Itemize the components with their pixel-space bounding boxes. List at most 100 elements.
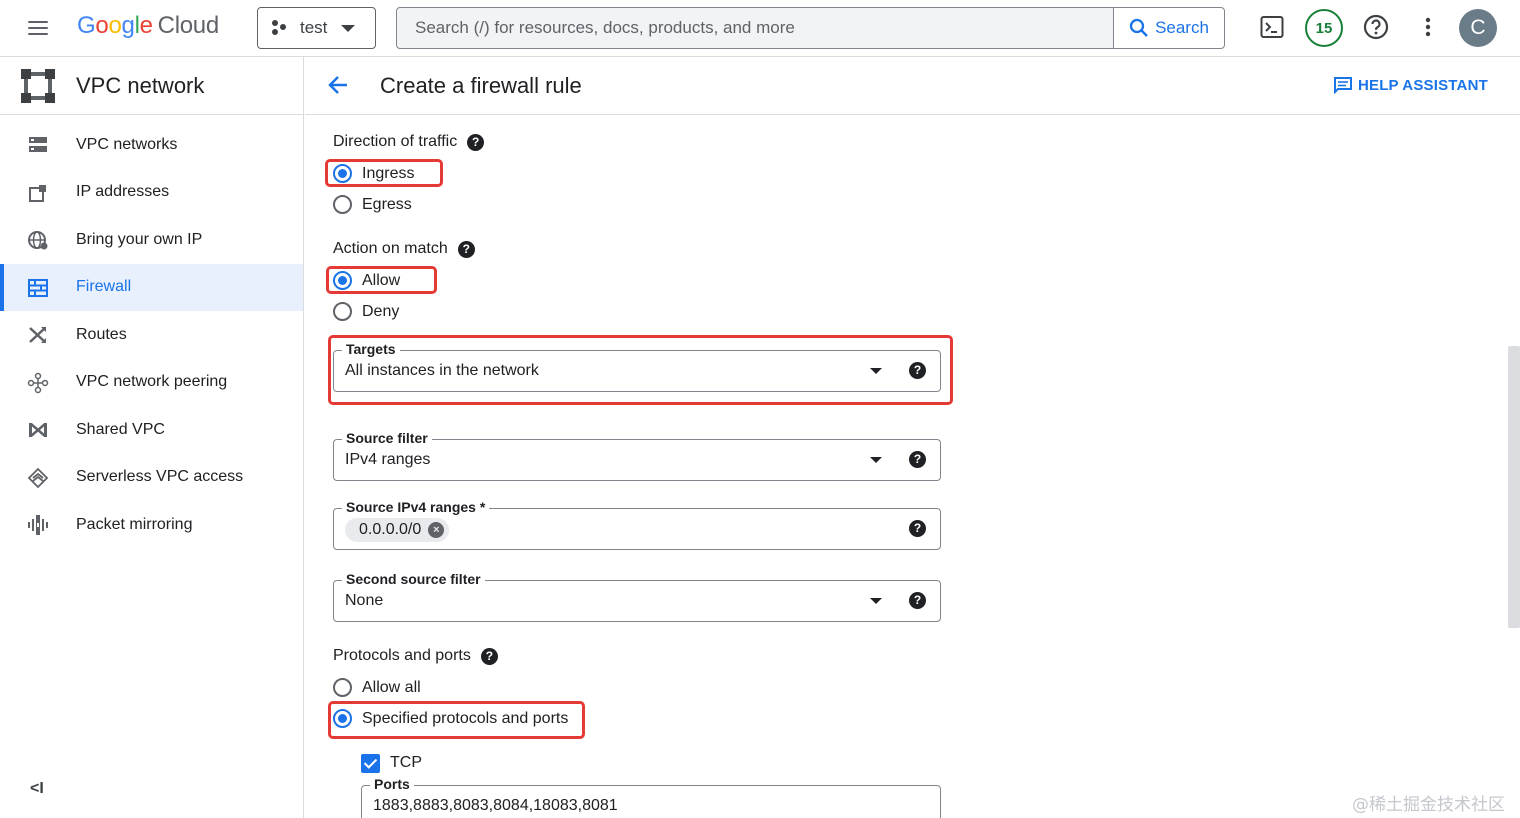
search-input[interactable] [397,8,1113,48]
remove-chip-icon[interactable]: × [428,522,445,538]
radio-ingress[interactable]: Ingress [333,164,414,183]
avatar[interactable]: C [1459,9,1497,47]
scrollbar[interactable] [1508,346,1520,628]
search-button[interactable]: Search [1113,8,1224,48]
field-value: 1883,8883,8083,8084,18083,8081 [373,797,618,814]
packet-mirroring-icon [28,515,48,535]
dropdown-arrow-icon[interactable] [870,598,882,604]
sidebar-item-bring-your-own-ip[interactable]: Bring your own IP [0,216,303,264]
radio-specified-protocols[interactable]: Specified protocols and ports [333,709,568,728]
field-value: None [345,592,384,609]
radio-button-unchecked[interactable] [333,302,352,321]
radio-button-unchecked[interactable] [333,678,352,697]
sidebar: VPC network VPC networks IP addresses Br… [0,57,304,818]
source-filter-select[interactable]: Source filter IPv4 ranges ? [333,430,941,481]
collapse-sidebar-icon[interactable]: <I [30,780,44,798]
project-name: test [300,18,328,37]
serverless-icon [27,467,49,488]
sidebar-item-vpc-networks[interactable]: VPC networks [0,121,303,169]
field-label: Ports [370,776,414,792]
action-label: Action on match? [333,240,475,258]
sidebar-item-label: Serverless VPC access [76,468,244,486]
globe-icon [28,231,48,250]
shared-vpc-icon [29,423,47,437]
field-value: All instances in the network [345,362,539,379]
sidebar-item-firewall[interactable]: Firewall [0,263,303,311]
project-icon [272,19,290,37]
second-source-filter-select[interactable]: Second source filter None ? [333,571,941,622]
sidebar-item-vpc-network-peering[interactable]: VPC network peering [0,359,303,407]
field-value: IPv4 ranges [345,451,431,468]
cloud-shell-icon[interactable] [1260,14,1284,40]
help-icon[interactable] [1363,14,1389,40]
main-menu-icon[interactable] [26,17,50,39]
help-icon[interactable]: ? [909,520,926,537]
tcp-checkbox[interactable] [361,754,380,773]
vpc-networks-icon [29,137,47,152]
help-icon[interactable]: ? [909,451,926,468]
sidebar-item-label: IP addresses [76,183,170,201]
source-ipv4-ranges-field[interactable]: Source IPv4 ranges * 0.0.0.0/0 × ? [333,499,941,550]
more-vert-icon[interactable] [1421,14,1435,40]
radio-button-checked[interactable] [333,271,352,290]
sidebar-item-packet-mirroring[interactable]: Packet mirroring [0,501,303,549]
targets-select[interactable]: Targets All instances in the network ? [333,341,941,392]
direction-label: Direction of traffic? [333,133,485,151]
dropdown-arrow-icon[interactable] [870,368,882,374]
sidebar-item-label: VPC networks [76,135,178,153]
help-assistant-label: HELP ASSISTANT [1357,76,1488,94]
help-icon[interactable]: ? [909,592,926,609]
sidebar-item-label: Routes [76,325,127,343]
firewall-icon [28,278,48,297]
notifications-badge[interactable]: 15 [1305,9,1343,47]
sidebar-title: VPC network [76,73,205,98]
sidebar-item-ip-addresses[interactable]: IP addresses [0,169,303,217]
help-icon[interactable]: ? [480,647,498,665]
google-cloud-logo[interactable]: Google Cloud [77,12,219,40]
field-label: Source filter [342,430,432,446]
help-icon[interactable]: ? [457,240,475,258]
search-bar: Search [396,7,1225,49]
sidebar-item-label: Packet mirroring [76,515,193,533]
peering-icon [27,372,49,393]
chevron-down-icon [341,24,356,32]
sidebar-header: VPC network [0,57,303,115]
page-title: Create a firewall rule [380,73,582,98]
sidebar-item-shared-vpc[interactable]: Shared VPC [0,406,303,454]
page-header: Create a firewall rule HELP ASSISTANT [305,57,1520,115]
sidebar-item-label: VPC network peering [76,373,228,391]
help-icon[interactable]: ? [467,133,485,151]
field-label: Targets [342,341,400,357]
watermark: @稀土掘金技术社区 [1352,795,1505,815]
radio-allow-all[interactable]: Allow all [333,678,421,697]
ip-range-chip[interactable]: 0.0.0.0/0 × [345,518,450,542]
dropdown-arrow-icon[interactable] [870,457,882,463]
radio-egress[interactable]: Egress [333,195,412,214]
ip-addresses-icon [29,184,46,202]
search-icon [1129,18,1148,37]
sidebar-item-routes[interactable]: Routes [0,311,303,359]
radio-button-checked[interactable] [333,709,352,728]
chat-icon [1333,77,1352,94]
ports-input[interactable]: Ports 1883,8883,8083,8084,18083,8081 [361,776,941,818]
field-label: Second source filter [342,571,485,587]
sidebar-item-serverless-vpc-access[interactable]: Serverless VPC access [0,454,303,502]
protocols-label: Protocols and ports? [333,647,498,665]
vpc-network-product-icon [21,69,55,103]
top-bar: GoogleCloud test Search 15 C [0,0,1520,57]
project-picker[interactable]: test [257,7,376,49]
tcp-label: TCP [390,754,422,771]
field-label: Source IPv4 ranges * [342,499,490,515]
radio-deny[interactable]: Deny [333,302,399,321]
sidebar-item-label: Firewall [76,278,132,296]
radio-button-checked[interactable] [333,164,352,183]
radio-allow[interactable]: Allow [333,271,400,290]
back-arrow-icon[interactable] [327,74,349,96]
sidebar-item-label: Shared VPC [76,420,165,438]
routes-icon [29,327,46,343]
help-assistant-button[interactable]: HELP ASSISTANT [1333,76,1488,94]
search-button-label: Search [1155,18,1209,37]
radio-button-unchecked[interactable] [333,195,352,214]
help-icon[interactable]: ? [909,362,926,379]
sidebar-item-label: Bring your own IP [76,230,203,248]
